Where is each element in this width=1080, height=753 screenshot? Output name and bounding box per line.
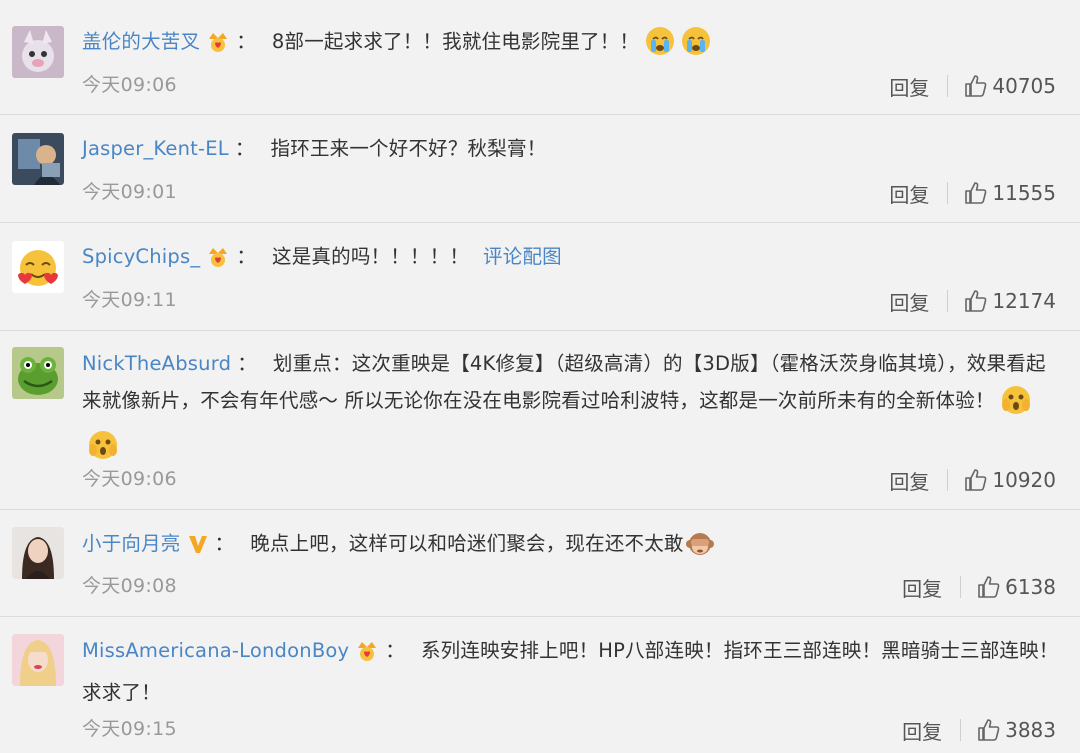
comment-body: 晚点上吧，这样可以和哈迷们聚会，现在还不太敢 [250, 532, 684, 555]
avatar[interactable] [12, 634, 64, 686]
comment-body: 这是真的吗！！！！！ [272, 245, 470, 268]
reply-button[interactable]: 回复 [902, 573, 942, 602]
separator: ： [236, 30, 256, 53]
comment-text: SpicyChips_ ： 这是真的吗！！！！！ 评论配图 [82, 238, 1060, 280]
thumbs-up-icon [965, 75, 987, 97]
crown-heart-icon [355, 637, 379, 674]
comment-actions: 回复 10920 [889, 464, 1056, 496]
avatar[interactable] [12, 26, 64, 78]
like-button[interactable]: 11555 [964, 181, 1056, 205]
comment-actions: 回复 12174 [889, 285, 1056, 317]
avatar[interactable] [12, 527, 64, 579]
thumbs-up-icon [965, 182, 987, 204]
timestamp: 今天09:15 [82, 718, 177, 740]
like-button[interactable]: 6138 [977, 575, 1056, 599]
thumbs-up-icon [965, 290, 987, 312]
comment-body: 8部一起求求了！！我就住电影院里了！！ [271, 30, 640, 53]
like-count: 3883 [1005, 718, 1056, 742]
comment-item: 小于向月亮 ： 晚点上吧，这样可以和哈迷们聚会，现在还不太敢 今天09:08 回复 … [0, 510, 1080, 617]
like-count: 10920 [992, 468, 1056, 492]
avatar[interactable] [12, 133, 64, 185]
comment-item: SpicyChips_ ： 这是真的吗！！！！！ 评论配图 今天09:11 回复 12… [0, 223, 1080, 331]
reply-button[interactable]: 回复 [889, 72, 929, 101]
comment-image-link[interactable]: 评论配图 [483, 245, 562, 268]
divider [960, 719, 962, 741]
timestamp: 今天09:06 [82, 468, 177, 490]
divider [947, 75, 949, 97]
comment-body: 指环王来一个好不好？秋梨膏！ [270, 137, 547, 160]
comment-actions: 回复 3883 [902, 714, 1056, 746]
comment-text: MissAmericana-LondonBoy：系列连映安排上吧！HP八部连映！… [82, 632, 1060, 711]
username[interactable]: SpicyChips_ [82, 245, 200, 268]
separator: ： [236, 245, 257, 268]
crying-face-icon [645, 26, 675, 68]
avatar[interactable] [12, 241, 64, 293]
thumbs-up-icon [978, 719, 1000, 741]
divider [947, 469, 949, 491]
like-count: 40705 [992, 74, 1056, 98]
like-button[interactable]: 3883 [977, 718, 1056, 742]
separator: ： [385, 639, 405, 662]
like-button[interactable]: 10920 [964, 468, 1056, 492]
avatar[interactable] [12, 347, 64, 399]
crown-heart-icon [206, 243, 230, 280]
reply-button[interactable]: 回复 [889, 179, 929, 208]
username[interactable]: MissAmericana-LondonBoy [82, 639, 349, 662]
comment-item: NickTheAbsurd：划重点：这次重映是【4K修复】（超级高清）的【3D版… [0, 331, 1080, 510]
separator: ： [234, 137, 255, 160]
timestamp: 今天09:08 [82, 575, 177, 597]
username[interactable]: 小于向月亮 [82, 532, 181, 555]
like-count: 11555 [992, 181, 1056, 205]
divider [947, 290, 949, 312]
timestamp: 今天09:06 [82, 74, 177, 96]
comment-actions: 回复 6138 [902, 571, 1056, 603]
comment-item: Jasper_Kent-EL： 指环王来一个好不好？秋梨膏！ 今天09:01 回复… [0, 115, 1080, 223]
comment-actions: 回复 11555 [889, 177, 1056, 209]
like-button[interactable]: 40705 [964, 74, 1056, 98]
see-no-evil-monkey-icon [685, 530, 714, 570]
like-count: 12174 [992, 289, 1056, 313]
reply-button[interactable]: 回复 [902, 716, 942, 745]
thumbs-up-icon [965, 469, 987, 491]
comment-text: NickTheAbsurd：划重点：这次重映是【4K修复】（超级高清）的【3D版… [82, 345, 1060, 472]
crown-heart-icon [206, 28, 230, 65]
verified-v-icon [187, 530, 209, 567]
timestamp: 今天09:11 [82, 289, 177, 311]
comment-actions: 回复 40705 [889, 70, 1056, 102]
comment-text: Jasper_Kent-EL： 指环王来一个好不好？秋梨膏！ [82, 130, 1060, 167]
divider [960, 576, 962, 598]
comment-text: 盖伦的大苦叉 ： 8部一起求求了！！我就住电影院里了！！ [82, 23, 1060, 68]
reply-button[interactable]: 回复 [889, 466, 929, 495]
thumbs-up-icon [978, 576, 1000, 598]
separator: ： [214, 532, 235, 555]
shocked-face-icon [1001, 385, 1031, 427]
timestamp: 今天09:01 [82, 181, 177, 203]
like-count: 6138 [1005, 575, 1056, 599]
username[interactable]: Jasper_Kent-EL [82, 137, 229, 160]
like-button[interactable]: 12174 [964, 289, 1056, 313]
crying-face-icon [681, 26, 711, 68]
divider [947, 182, 949, 204]
username[interactable]: NickTheAbsurd [82, 352, 231, 375]
username[interactable]: 盖伦的大苦叉 [82, 30, 200, 53]
reply-button[interactable]: 回复 [889, 287, 929, 316]
comment-item: MissAmericana-LondonBoy：系列连映安排上吧！HP八部连映！… [0, 617, 1080, 753]
separator: ： [237, 352, 257, 375]
comment-text: 小于向月亮 ： 晚点上吧，这样可以和哈迷们聚会，现在还不太敢 [82, 525, 1060, 570]
comment-item: 盖伦的大苦叉 ： 8部一起求求了！！我就住电影院里了！！ 今天09:06 回复 40… [0, 0, 1080, 115]
